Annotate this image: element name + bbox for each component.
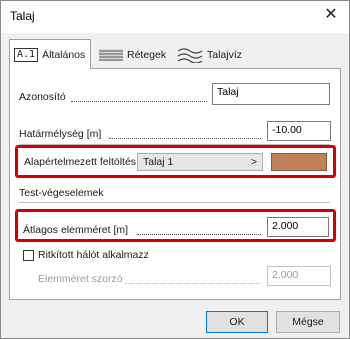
dialog-title: Talaj: [10, 9, 35, 23]
fill-selector[interactable]: Talaj 1 >: [137, 153, 263, 171]
a1-icon: A.1: [14, 47, 39, 62]
id-label: Azonosító: [19, 91, 66, 103]
ok-button[interactable]: OK: [206, 311, 268, 333]
tab-layers[interactable]: Rétegek: [95, 42, 171, 68]
tab-groundwater-label: Talajvíz: [207, 49, 243, 61]
cancel-button[interactable]: Mégse: [276, 311, 340, 333]
tab-general-label: Általános: [42, 48, 86, 61]
dot-leader: [125, 282, 261, 284]
fill-label: Alapértelmezett feltöltés: [24, 156, 137, 168]
sparse-mesh-label: Ritkított hálót alkalmazz: [38, 249, 149, 261]
dialog-window: Talaj ✕ A.1 Általános Rétegek Talajvíz A…: [0, 0, 350, 339]
sparse-mesh-checkbox[interactable]: [23, 250, 34, 261]
id-input[interactable]: Talaj: [212, 83, 330, 105]
wave-icon: [177, 48, 203, 63]
close-icon[interactable]: ✕: [322, 6, 340, 24]
depth-input[interactable]: -10.00: [267, 121, 331, 141]
layers-icon: [99, 49, 123, 61]
tab-general[interactable]: A.1 Általános: [9, 39, 91, 69]
tab-groundwater[interactable]: Talajvíz: [173, 42, 259, 68]
factor-input[interactable]: 2.000: [267, 266, 331, 286]
tab-strip: A.1 Általános Rétegek Talajvíz: [9, 39, 341, 69]
separator: [19, 202, 330, 203]
avg-size-label: Átlagos elemméret [m]: [23, 224, 129, 236]
dot-leader: [109, 137, 261, 139]
fill-color-swatch[interactable]: [271, 153, 327, 171]
section-title: Test-végeselemek: [19, 187, 104, 199]
title-bar: Talaj ✕: [1, 1, 349, 33]
arrow-right-icon: >: [250, 156, 257, 168]
tab-layers-label: Rétegek: [127, 49, 167, 61]
depth-label: Határmélység [m]: [19, 128, 102, 140]
dot-leader: [137, 233, 261, 235]
factor-label: Elemméret szorzó: [38, 273, 123, 285]
avg-size-input[interactable]: 2.000: [267, 217, 329, 237]
dot-leader: [71, 100, 207, 102]
fill-selector-value: Talaj 1: [143, 156, 174, 168]
